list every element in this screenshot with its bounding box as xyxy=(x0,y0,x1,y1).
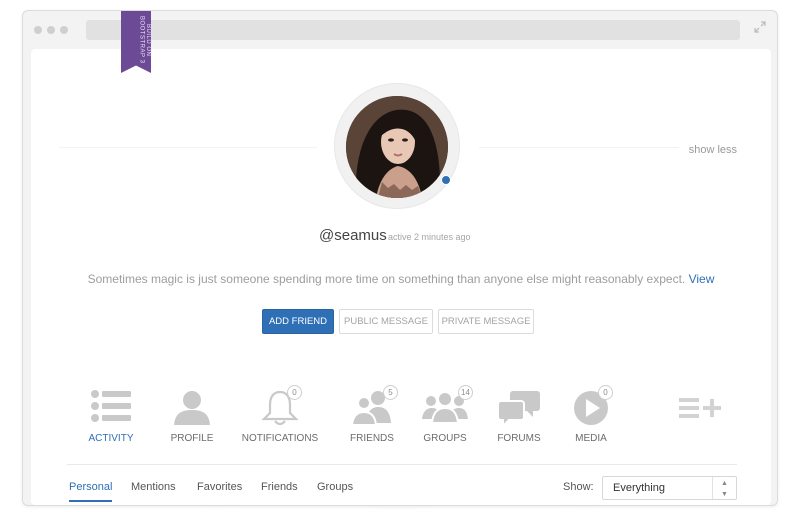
expand-icon[interactable] xyxy=(753,21,767,35)
subtab-favorites[interactable]: Favorites xyxy=(197,481,242,493)
last-active-text: active 2 minutes ago xyxy=(388,232,471,242)
public-message-button[interactable]: PUBLIC MESSAGE xyxy=(339,309,433,334)
nav-activity[interactable]: ACTIVITY xyxy=(66,383,156,444)
filter-label: Show: xyxy=(563,481,594,493)
tabs-divider xyxy=(67,464,737,465)
window-dot-minimize[interactable] xyxy=(47,26,55,34)
nav-media-label: MEDIA xyxy=(575,433,607,444)
person-icon xyxy=(174,391,210,425)
more-nav-button[interactable] xyxy=(679,395,723,426)
subtab-personal[interactable]: Personal xyxy=(69,481,113,502)
nav-activity-label: ACTIVITY xyxy=(88,433,134,444)
notifications-badge: 0 xyxy=(287,385,302,400)
add-friend-button[interactable]: ADD FRIEND xyxy=(262,309,334,334)
activity-list-icon xyxy=(91,390,131,422)
header-line-right xyxy=(479,147,679,148)
nav-profile[interactable]: PROFILE xyxy=(147,383,237,444)
list-add-icon xyxy=(679,398,721,418)
subtab-mentions[interactable]: Mentions xyxy=(131,481,176,493)
nav-notifications-label: NOTIFICATIONS xyxy=(241,433,319,444)
browser-window: BUILD ON BOOTSTRAP 3 show less @seamus a… xyxy=(22,10,778,506)
subtab-friends[interactable]: Friends xyxy=(261,481,298,493)
filter-select[interactable]: Everything ▲ ▼ xyxy=(602,476,737,500)
header-line-left xyxy=(59,147,317,148)
bio-text: Sometimes magic is just someone spending… xyxy=(31,272,771,286)
username: @seamus xyxy=(319,227,387,244)
subtab-groups[interactable]: Groups xyxy=(317,481,353,493)
ribbon-line-1: BUILD ON xyxy=(145,23,151,57)
online-status-dot xyxy=(441,175,451,185)
avatar[interactable] xyxy=(346,96,448,198)
filter-select-value: Everything xyxy=(613,482,665,494)
address-bar[interactable] xyxy=(86,20,740,40)
ribbon-line-2: BOOTSTRAP 3 xyxy=(138,16,145,64)
stage: BUILD ON BOOTSTRAP 3 show less @seamus a… xyxy=(0,0,800,512)
nav-media[interactable]: 0 MEDIA xyxy=(546,383,636,444)
show-less-link[interactable]: show less xyxy=(689,144,737,156)
bio-body: Sometimes magic is just someone spending… xyxy=(87,272,686,286)
window-dot-close[interactable] xyxy=(34,26,42,34)
speech-bubbles-icon xyxy=(497,391,540,427)
window-dot-maximize[interactable] xyxy=(60,26,68,34)
nav-notifications[interactable]: 0 NOTIFICATIONS xyxy=(235,383,325,444)
nav-profile-label: PROFILE xyxy=(170,433,214,444)
select-caret-icon: ▲ ▼ xyxy=(712,477,736,499)
ribbon-text: BUILD ON BOOTSTRAP 3 xyxy=(121,14,151,66)
groups-badge: 14 xyxy=(458,385,473,400)
bio-view-link[interactable]: View xyxy=(689,272,715,286)
media-badge: 0 xyxy=(598,385,613,400)
friends-badge: 5 xyxy=(383,385,398,400)
profile-page: show less @seamus active 2 minutes ago S… xyxy=(31,49,771,505)
private-message-button[interactable]: PRIVATE MESSAGE xyxy=(438,309,534,334)
